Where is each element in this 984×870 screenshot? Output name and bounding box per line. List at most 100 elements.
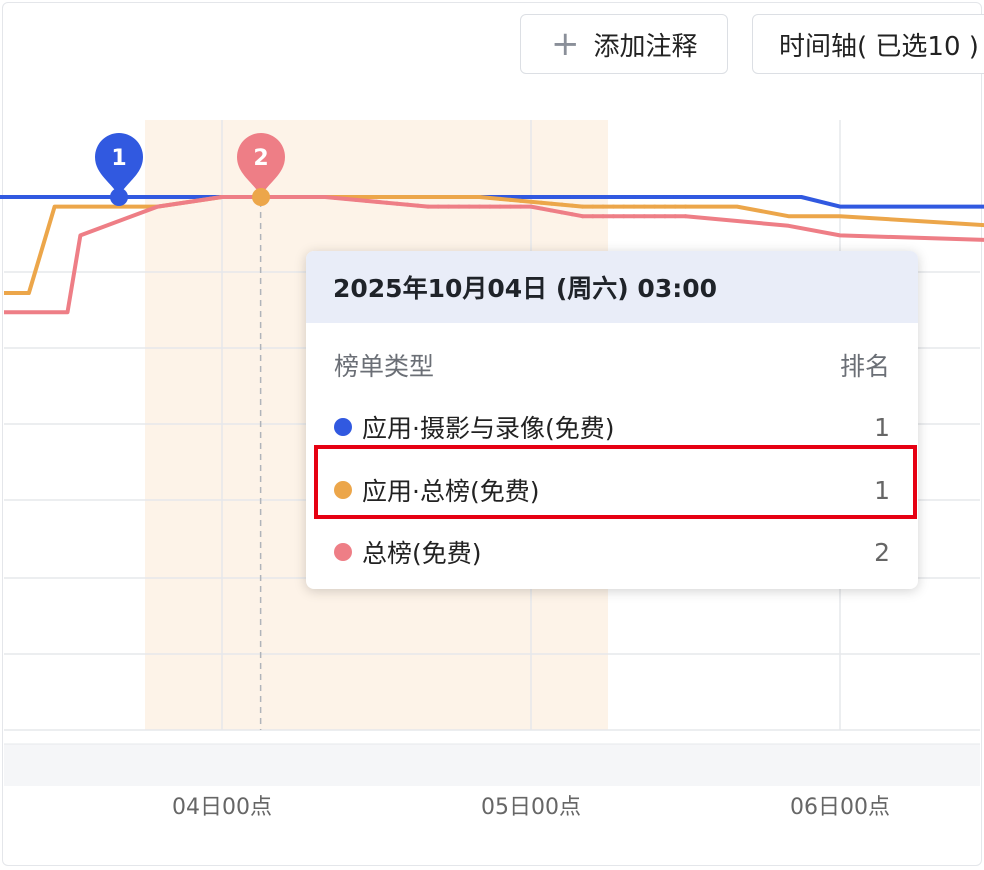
series-point xyxy=(621,195,626,199)
series-point xyxy=(642,214,647,219)
x-axis-slider xyxy=(4,744,980,786)
series-name: 应用·摄影与录像(免费) xyxy=(362,414,615,443)
series-point xyxy=(601,214,606,219)
series-point xyxy=(518,204,523,209)
marker-anchor-dot xyxy=(252,188,270,206)
series-point xyxy=(652,214,657,219)
series-point xyxy=(220,195,224,199)
series-point xyxy=(323,195,327,199)
series-point xyxy=(395,195,400,199)
series-point xyxy=(456,204,461,209)
series-point xyxy=(446,195,451,199)
series-point xyxy=(632,204,636,209)
series-point xyxy=(477,204,482,209)
series-point xyxy=(518,195,523,199)
series-point xyxy=(415,203,420,208)
series-point xyxy=(477,195,482,199)
series-point xyxy=(364,198,369,203)
highlight-box xyxy=(314,445,917,519)
series-point xyxy=(271,195,276,199)
timeline-label: 时间轴( 已选10 ) xyxy=(779,31,979,62)
plus-icon: + xyxy=(551,24,580,64)
series-point xyxy=(642,204,647,209)
series-point xyxy=(611,195,616,199)
col-type-header: 榜单类型 xyxy=(334,352,435,381)
series-point xyxy=(384,200,389,205)
series-point xyxy=(570,203,575,208)
series-point xyxy=(580,204,585,209)
series-point xyxy=(415,195,420,199)
series-point xyxy=(652,195,657,199)
series-point xyxy=(343,196,348,201)
series-point xyxy=(353,197,358,202)
series-point xyxy=(436,195,441,199)
series-point xyxy=(374,195,379,199)
series-point xyxy=(549,201,554,206)
series-point xyxy=(529,199,533,204)
timeline-select-button[interactable]: 时间轴( 已选10 ) xyxy=(752,14,984,74)
series-point xyxy=(590,195,595,199)
series-point xyxy=(673,195,678,199)
series-point xyxy=(508,204,513,209)
series-point xyxy=(601,195,606,199)
series-point xyxy=(405,202,410,207)
series-point xyxy=(405,195,410,199)
series-point xyxy=(467,204,472,209)
series-point xyxy=(487,195,492,200)
series-point xyxy=(601,204,606,209)
chart-tooltip: 2025年10月04日 (周六) 03:00 榜单类型 排名 应用·摄影与录像(… xyxy=(306,251,918,589)
series-point xyxy=(611,204,616,209)
series-point xyxy=(673,214,678,219)
series-rank: 1 xyxy=(874,412,890,442)
series-point xyxy=(426,195,430,199)
series-point xyxy=(590,214,595,219)
series-point xyxy=(312,195,317,199)
series-point xyxy=(539,200,544,205)
series-point xyxy=(580,195,585,199)
series-point xyxy=(426,204,430,209)
x-tick-label: 04日00点 xyxy=(172,795,272,820)
series-point xyxy=(621,204,626,209)
add-annotation-label: 添加注释 xyxy=(593,31,698,62)
series-point xyxy=(611,214,616,219)
series-point xyxy=(570,212,575,217)
series-point xyxy=(467,195,472,199)
series-point xyxy=(580,214,585,219)
series-point xyxy=(652,204,657,209)
series-point xyxy=(333,195,338,200)
x-tick-label: 06日00点 xyxy=(790,795,890,820)
series-point xyxy=(529,195,533,199)
series-point xyxy=(683,204,688,209)
series-point xyxy=(498,204,503,209)
series-point xyxy=(395,201,400,206)
series-name: 总榜(免费) xyxy=(362,539,482,568)
series-point xyxy=(374,199,379,204)
series-point xyxy=(518,198,523,203)
series-point xyxy=(529,204,533,209)
series-point xyxy=(559,195,564,199)
series-point xyxy=(281,195,286,199)
add-annotation-button[interactable]: + 添加注释 xyxy=(520,14,728,74)
series-point xyxy=(590,204,595,209)
x-tick-label: 05日00点 xyxy=(481,795,581,820)
series-point xyxy=(240,195,245,199)
series-point xyxy=(364,195,369,199)
annotation-marker-label: 1 xyxy=(111,146,126,171)
tooltip-title: 2025年10月04日 (周六) 03:00 xyxy=(306,251,918,323)
series-point xyxy=(621,214,626,219)
series-point xyxy=(549,195,554,199)
col-rank-header: 排名 xyxy=(839,352,890,381)
series-point xyxy=(662,214,667,219)
tooltip-column-header: 榜单类型 排名 xyxy=(334,347,890,383)
series-point xyxy=(498,196,503,201)
series-point xyxy=(539,206,544,211)
series-point xyxy=(487,204,492,209)
series-point xyxy=(632,214,636,219)
series-rank: 2 xyxy=(874,537,890,567)
marker-anchor-dot xyxy=(110,188,128,206)
series-point xyxy=(559,202,564,207)
series-point xyxy=(570,195,575,199)
series-point xyxy=(559,210,564,215)
series-point xyxy=(456,195,461,199)
series-point xyxy=(683,195,688,199)
